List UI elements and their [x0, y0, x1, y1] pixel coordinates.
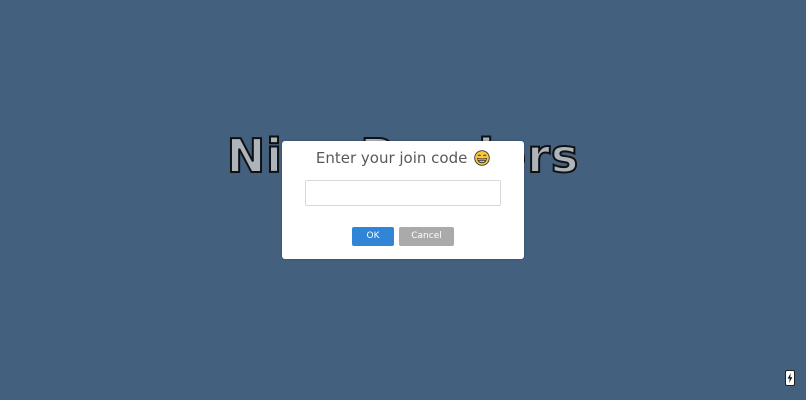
- ok-button[interactable]: OK: [352, 227, 394, 246]
- lightning-bolt-icon: [787, 373, 793, 383]
- grinning-face-emoji-icon: [474, 150, 490, 166]
- join-code-input[interactable]: [305, 180, 501, 206]
- dialog-title-text: Enter your join code: [315, 149, 468, 167]
- join-code-dialog: Enter your join code OK Cancel: [282, 141, 524, 259]
- modal-overlay: Enter your join code OK Cancel: [0, 0, 806, 400]
- cancel-button[interactable]: Cancel: [399, 227, 454, 246]
- dialog-title: Enter your join code: [282, 147, 524, 169]
- quick-action-button[interactable]: [785, 370, 795, 386]
